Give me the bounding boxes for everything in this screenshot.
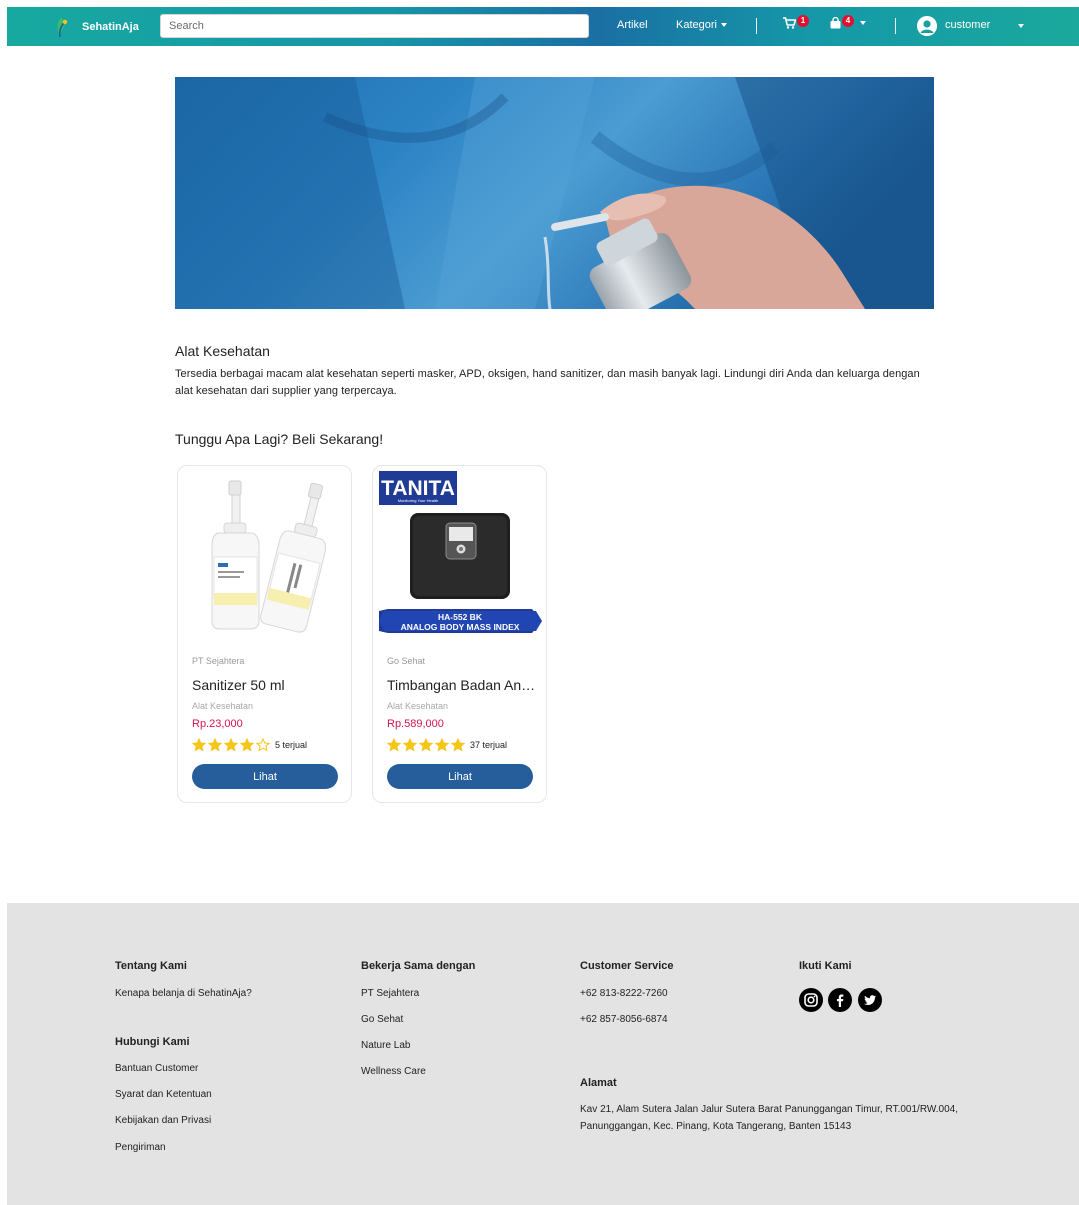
footer-contact-heading: Hubungi Kami <box>115 1036 190 1048</box>
nav-kategori-dropdown[interactable]: Kategori <box>676 19 727 31</box>
nav-divider <box>895 18 896 34</box>
shopping-bag-icon <box>830 17 841 29</box>
star-filled-icon <box>451 738 465 752</box>
footer-link-shipping[interactable]: Pengiriman <box>115 1142 166 1153</box>
star-filled-icon <box>403 738 417 752</box>
nav-kategori-label: Kategori <box>676 19 717 31</box>
star-filled-icon <box>435 738 449 752</box>
nav-divider <box>756 18 757 34</box>
product-rating: 5 terjual <box>192 738 307 752</box>
scale-tagline-text: Monitoring Your Health <box>398 498 438 503</box>
star-empty-icon <box>256 738 270 752</box>
product-category: Alat Kesehatan <box>192 701 254 711</box>
star-filled-icon <box>240 738 254 752</box>
footer-cs-phone[interactable]: +62 813-8222-7260 <box>580 988 668 999</box>
footer-link-privacy[interactable]: Kebijakan dan Privasi <box>115 1115 211 1126</box>
footer-link-customer-help[interactable]: Bantuan Customer <box>115 1063 198 1074</box>
bag-count-badge: 4 <box>842 14 854 27</box>
footer-link-partner[interactable]: Wellness Care <box>361 1066 426 1077</box>
search-input[interactable] <box>160 14 589 38</box>
product-card[interactable]: TANITA Monitoring Your Health HA-552 BK … <box>372 465 547 803</box>
section-title: Alat Kesehatan <box>175 343 270 359</box>
footer-address-text: Kav 21, Alam Sutera Jalan Jalur Sutera B… <box>580 1104 958 1132</box>
footer-follow-heading: Ikuti Kami <box>799 960 852 972</box>
product-supplier: Go Sehat <box>387 656 426 666</box>
footer-address-heading: Alamat <box>580 1077 617 1089</box>
product-rating: 37 terjual <box>387 738 507 752</box>
hero-sanitizer-image <box>175 77 934 309</box>
footer: Tentang Kami Kenapa belanja di SehatinAj… <box>7 903 1079 1205</box>
footer-link-why-shop[interactable]: Kenapa belanja di SehatinAja? <box>115 988 252 999</box>
section-cta-heading: Tunggu Apa Lagi? Beli Sekarang! <box>175 431 384 447</box>
username-label[interactable]: customer <box>945 19 990 31</box>
user-menu-chevron-icon[interactable] <box>1018 24 1024 28</box>
product-name[interactable]: Sanitizer 50 ml <box>192 677 342 693</box>
product-sold-count: 5 terjual <box>275 740 308 750</box>
footer-link-terms[interactable]: Syarat dan Ketentuan <box>115 1089 212 1100</box>
product-supplier: PT Sejahtera <box>192 656 245 666</box>
twitter-icon[interactable] <box>858 988 882 1012</box>
bag-button[interactable]: 4 <box>830 14 866 29</box>
scale-brand-text: TANITA <box>381 477 455 500</box>
scale-model-text: HA-552 BK <box>438 612 483 622</box>
cart-count-badge: 1 <box>797 14 809 27</box>
hero-banner <box>175 77 934 309</box>
instagram-icon[interactable] <box>799 988 823 1012</box>
product-card[interactable]: PT Sejahtera Sanitizer 50 ml Alat Keseha… <box>177 465 352 803</box>
view-product-button[interactable]: Lihat <box>387 764 533 789</box>
footer-link-partner[interactable]: Go Sehat <box>361 1014 403 1025</box>
chevron-down-icon <box>720 23 727 27</box>
star-filled-icon <box>192 738 206 752</box>
star-filled-icon <box>208 738 222 752</box>
footer-link-partner[interactable]: Nature Lab <box>361 1040 410 1051</box>
product-image-sanitizer <box>184 471 347 643</box>
cart-icon <box>783 17 796 29</box>
brand-logo-icon <box>57 16 68 37</box>
cart-button[interactable]: 1 <box>783 14 809 29</box>
user-avatar-icon <box>917 16 937 36</box>
avatar[interactable] <box>917 16 937 36</box>
navbar: SehatinAja Artikel Kategori 1 4 customer <box>7 7 1079 46</box>
footer-about-heading: Tentang Kami <box>115 960 187 972</box>
star-filled-icon <box>419 738 433 752</box>
nav-artikel-link[interactable]: Artikel <box>617 19 648 31</box>
star-filled-icon <box>224 738 238 752</box>
product-price: Rp.23,000 <box>192 718 243 730</box>
footer-link-partner[interactable]: PT Sejahtera <box>361 988 419 999</box>
section-description: Tersedia berbagai macam alat kesehatan s… <box>175 368 920 397</box>
footer-cs-heading: Customer Service <box>580 960 674 972</box>
product-category: Alat Kesehatan <box>387 701 449 711</box>
product-name[interactable]: Timbangan Badan Analog <box>387 677 537 693</box>
view-product-button[interactable]: Lihat <box>192 764 338 789</box>
product-sold-count: 37 terjual <box>470 740 508 750</box>
product-price: Rp.589,000 <box>387 718 444 730</box>
brand[interactable]: SehatinAja <box>54 16 139 38</box>
scale-desc-text: ANALOG BODY MASS INDEX <box>401 622 520 632</box>
footer-partners-heading: Bekerja Sama dengan <box>361 960 476 972</box>
chevron-down-icon <box>860 21 866 25</box>
product-image-scale: TANITA Monitoring Your Health HA-552 BK … <box>379 471 542 643</box>
star-filled-icon <box>387 738 401 752</box>
brand-name: SehatinAja <box>82 20 139 33</box>
footer-cs-phone[interactable]: +62 857-8056-6874 <box>580 1014 668 1025</box>
facebook-icon[interactable] <box>828 988 852 1012</box>
